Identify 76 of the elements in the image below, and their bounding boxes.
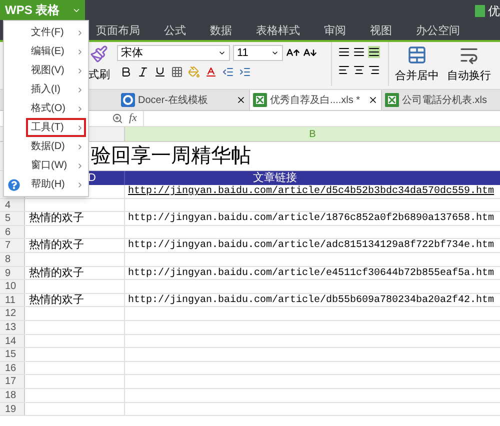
close-icon[interactable] xyxy=(236,95,246,105)
bold-icon[interactable] xyxy=(120,66,132,78)
table-cell: 热情的欢子 xyxy=(25,266,125,280)
menu-item[interactable]: 视图(V) xyxy=(26,61,86,80)
underline-icon[interactable] xyxy=(154,66,166,78)
menu-tab[interactable]: 数据 xyxy=(210,22,232,40)
menu-tab[interactable]: 表格样式 xyxy=(256,22,300,40)
close-icon[interactable] xyxy=(368,95,378,105)
row-number[interactable]: 6 xyxy=(0,226,25,238)
menu-tab[interactable]: 公式 xyxy=(164,22,186,40)
row-number[interactable]: 17 xyxy=(0,375,25,388)
menu-tab[interactable]: 视图 xyxy=(370,22,392,40)
header-cell: 文章链接 xyxy=(125,171,500,185)
spreadsheet-icon xyxy=(385,93,399,107)
increase-indent-icon[interactable] xyxy=(239,66,251,78)
table-cell: 热情的欢子 xyxy=(25,239,125,252)
menu-tab[interactable]: 办公空间 xyxy=(416,22,460,40)
spreadsheet-icon xyxy=(253,93,267,107)
align-left-icon[interactable] xyxy=(338,64,350,76)
font-select[interactable]: 宋体 xyxy=(117,45,230,61)
row-number[interactable]: 4 xyxy=(0,198,25,212)
merge-cells-icon[interactable] xyxy=(407,45,427,65)
function-label[interactable]: fx xyxy=(129,110,137,127)
paintbrush-icon[interactable] xyxy=(90,45,108,63)
fill-color-icon[interactable] xyxy=(188,66,200,78)
align-right-icon[interactable] xyxy=(368,64,380,76)
align-center-icon[interactable] xyxy=(353,64,365,76)
menu-item[interactable]: 文件(F) xyxy=(26,23,86,42)
align-top-icon[interactable] xyxy=(338,46,350,58)
document-title: 优 xyxy=(488,3,500,20)
row-number[interactable]: 11 xyxy=(0,294,25,306)
app-menu-button[interactable]: WPS 表格 xyxy=(0,0,85,20)
row-number[interactable]: 18 xyxy=(0,388,25,402)
table-cell-text: http://jingyan.baidu.com/article/db55b609a780234ba20a2f42.htm xyxy=(127,294,494,306)
zoom-icon[interactable] xyxy=(112,113,123,124)
font-size-select[interactable]: 11 xyxy=(233,45,283,61)
align-bottom-icon[interactable] xyxy=(368,46,380,58)
link-cell[interactable]: http://jingyan.baidu.com/article/d5c4b52b3bdc34da570dc559.htm xyxy=(125,185,494,198)
italic-icon[interactable] xyxy=(137,66,149,78)
merge-center-label[interactable]: 合并居中 xyxy=(395,68,439,84)
table-cell-text: http://jingyan.baidu.com/article/e4511cf30644b72b855eaf5a.htm xyxy=(127,266,494,280)
align-middle-icon[interactable] xyxy=(353,46,365,58)
row-number[interactable]: 13 xyxy=(0,320,25,334)
font-color-icon[interactable] xyxy=(205,66,217,78)
spreadsheet-icon xyxy=(475,5,485,17)
table-cell: 热情的欢子 xyxy=(25,212,125,225)
caret-icon[interactable] xyxy=(271,49,279,57)
menu-item[interactable]: 工具(T) xyxy=(26,118,86,137)
row-number[interactable]: 19 xyxy=(0,402,25,416)
menu-item[interactable]: 格式(O) xyxy=(26,99,86,118)
row-number[interactable]: 7 xyxy=(0,239,25,252)
border-icon[interactable] xyxy=(171,66,183,78)
row-number[interactable]: 12 xyxy=(0,307,25,320)
row-number[interactable]: 15 xyxy=(0,348,25,361)
document-tab[interactable]: Docer-在线模板 xyxy=(118,90,250,110)
table-cell: 热情的欢子 xyxy=(25,294,125,306)
row-number[interactable]: 5 xyxy=(0,212,25,225)
row-number[interactable]: 9 xyxy=(0,266,25,280)
help-icon xyxy=(8,178,20,190)
docer-icon xyxy=(121,93,135,107)
document-tab[interactable]: 优秀自荐及白....xls * xyxy=(250,90,382,110)
menu-item[interactable]: 编辑(E) xyxy=(26,42,86,61)
wrap-text-label[interactable]: 自动换行 xyxy=(447,68,491,84)
decrease-indent-icon[interactable] xyxy=(222,66,234,78)
table-cell-text: http://jingyan.baidu.com/article/1876c852a0f2b6890a137658.htm xyxy=(127,212,494,225)
menu-tab[interactable]: 审阅 xyxy=(324,22,346,40)
sheet-title: 验回享一周精华帖 xyxy=(91,144,251,169)
menu-item[interactable]: 数据(D) xyxy=(26,137,86,156)
row-number[interactable]: 16 xyxy=(0,362,25,374)
row-number[interactable]: 10 xyxy=(0,280,25,293)
caret-icon[interactable] xyxy=(218,49,226,57)
menu-item[interactable]: 插入(I) xyxy=(26,80,86,99)
menu-tab[interactable]: 页面布局 xyxy=(96,22,140,40)
row-number[interactable]: 14 xyxy=(0,334,25,348)
table-cell-text: http://jingyan.baidu.com/article/adc815134129a8f722bf734e.htm xyxy=(127,239,494,252)
row-number[interactable]: 8 xyxy=(0,252,25,266)
